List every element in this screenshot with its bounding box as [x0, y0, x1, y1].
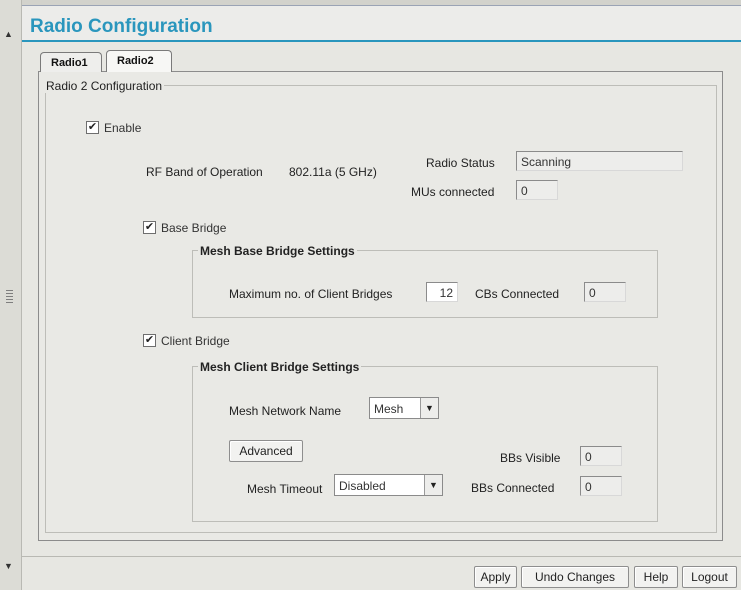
mesh-timeout-value: Disabled — [339, 479, 386, 493]
left-splitter[interactable]: ▲ ▼ — [0, 0, 22, 590]
chevron-down-icon[interactable]: ▼ — [424, 475, 442, 495]
page-title: Radio Configuration — [30, 16, 213, 37]
client-bridge-checkbox[interactable]: ✔ — [143, 334, 156, 347]
base-bridge-checkbox[interactable]: ✔ — [143, 221, 156, 234]
tab-radio1[interactable]: Radio1 — [40, 52, 102, 72]
rf-band-value: 802.11a (5 GHz) — [289, 165, 377, 179]
bottom-separator — [22, 556, 741, 557]
bbs-visible-label: BBs Visible — [500, 451, 561, 465]
mus-connected-field: 0 — [516, 180, 558, 200]
undo-changes-button[interactable]: Undo Changes — [521, 566, 629, 588]
max-client-bridges-input[interactable]: 12 — [426, 282, 458, 302]
help-button[interactable]: Help — [634, 566, 678, 588]
client-bridge-label: Client Bridge — [161, 334, 230, 348]
mesh-timeout-label: Mesh Timeout — [247, 482, 323, 496]
apply-button[interactable]: Apply — [474, 566, 517, 588]
mesh-timeout-select[interactable]: Disabled ▼ — [334, 474, 443, 496]
logout-button[interactable]: Logout — [682, 566, 737, 588]
mesh-base-bridge-title: Mesh Base Bridge Settings — [198, 244, 357, 258]
mesh-network-name-label: Mesh Network Name — [229, 404, 342, 418]
radio-status-label: Radio Status — [426, 156, 495, 170]
scroll-down-arrow-icon[interactable]: ▼ — [4, 562, 13, 571]
bbs-connected-label: BBs Connected — [471, 481, 555, 495]
base-bridge-label: Base Bridge — [161, 221, 227, 235]
cbs-connected-field: 0 — [584, 282, 626, 302]
advanced-button[interactable]: Advanced — [229, 440, 303, 462]
radio-configuration-group-title: Radio 2 Configuration — [44, 79, 165, 93]
tab-radio2[interactable]: Radio2 — [106, 50, 172, 72]
bbs-visible-field: 0 — [580, 446, 622, 466]
mus-connected-label: MUs connected — [411, 185, 495, 199]
cbs-connected-label: CBs Connected — [475, 287, 560, 301]
chevron-down-icon[interactable]: ▼ — [420, 398, 438, 418]
enable-label: Enable — [104, 121, 142, 135]
splitter-grip-icon[interactable] — [6, 290, 13, 304]
enable-checkbox[interactable]: ✔ — [86, 121, 99, 134]
bbs-connected-field: 0 — [580, 476, 622, 496]
radio-status-field: Scanning — [516, 151, 683, 171]
title-area: Radio Configuration — [22, 6, 741, 42]
max-client-bridges-label: Maximum no. of Client Bridges — [229, 287, 393, 301]
rf-band-label: RF Band of Operation — [146, 165, 263, 179]
mesh-network-name-value: Mesh — [374, 402, 404, 416]
scroll-up-arrow-icon[interactable]: ▲ — [4, 30, 13, 39]
mesh-client-bridge-title: Mesh Client Bridge Settings — [198, 360, 362, 374]
mesh-network-name-select[interactable]: Mesh ▼ — [369, 397, 439, 419]
